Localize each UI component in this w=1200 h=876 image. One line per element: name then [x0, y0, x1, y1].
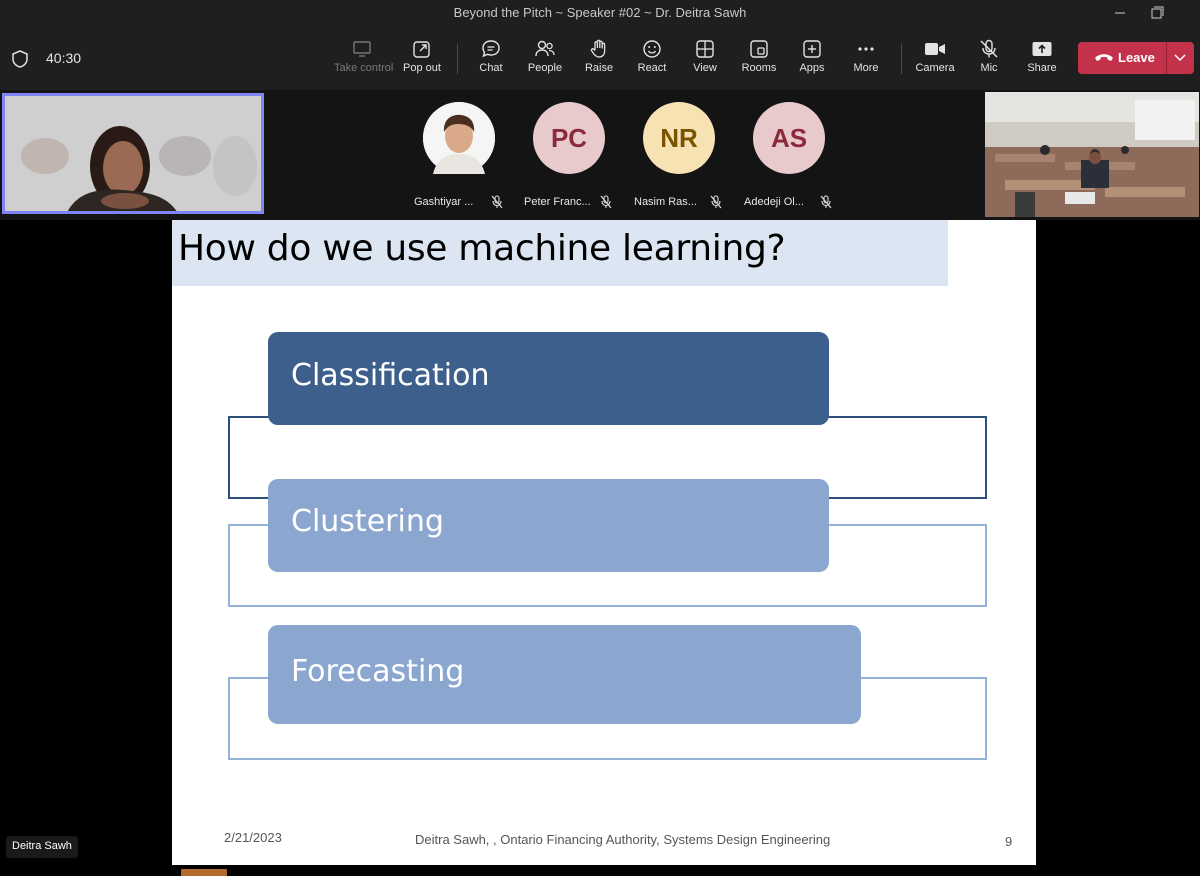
- share-button[interactable]: Share: [1014, 36, 1070, 84]
- react-label: React: [637, 62, 667, 74]
- raise-label: Raise: [584, 62, 614, 74]
- hang-up-icon: [1095, 54, 1113, 61]
- leave-options-button[interactable]: [1167, 42, 1194, 74]
- shield-icon: [12, 50, 28, 68]
- classification-label: Classification: [291, 358, 490, 393]
- participant-name: Peter Franc...: [524, 196, 591, 208]
- title-bar: Beyond the Pitch ~ Speaker #02 ~ Dr. Dei…: [0, 0, 1200, 28]
- chat-icon: [482, 40, 500, 58]
- avatar: PC: [533, 102, 605, 174]
- slide-footer: Deitra Sawh, , Ontario Financing Authori…: [415, 832, 831, 847]
- more-label: More: [853, 62, 879, 74]
- chevron-down-icon: [1174, 54, 1186, 62]
- classification-box: Classification: [268, 332, 829, 425]
- slide-page-number: 9: [1005, 834, 1013, 849]
- chat-label: Chat: [479, 62, 503, 74]
- toolbar-divider: [457, 44, 458, 74]
- leave-button-group: Leave: [1078, 42, 1194, 74]
- share-icon: [1032, 42, 1052, 56]
- participant-tile[interactable]: PC Peter Franc...: [524, 100, 634, 212]
- participant-name: Gashtiyar ...: [414, 196, 474, 208]
- take-control-button[interactable]: Take control: [334, 36, 394, 84]
- room-video-tile[interactable]: [985, 92, 1199, 217]
- view-label: View: [693, 62, 717, 74]
- meeting-toolbar: 40:30 Take control Pop out Chat People R…: [0, 28, 1200, 90]
- share-label: Share: [1027, 62, 1057, 74]
- react-icon: [643, 40, 661, 58]
- toolbar-divider: [901, 44, 902, 74]
- participant-strip: Gashtiyar ... PC Peter Franc... NR Nasim…: [0, 90, 1200, 220]
- participant-tile[interactable]: Gashtiyar ...: [414, 100, 524, 212]
- pop-out-label: Pop out: [403, 62, 441, 74]
- rooms-button[interactable]: Rooms: [731, 36, 787, 84]
- more-button[interactable]: More: [838, 36, 894, 84]
- avatar: NR: [643, 102, 715, 174]
- mic-button[interactable]: Mic: [961, 36, 1017, 84]
- forecasting-box: Forecasting: [268, 625, 861, 724]
- forecasting-label: Forecasting: [291, 654, 465, 689]
- apps-button[interactable]: Apps: [784, 36, 840, 84]
- pop-out-icon: [413, 41, 430, 58]
- slide-date: 2/21/2023: [224, 830, 282, 845]
- people-icon: [535, 40, 555, 57]
- chat-button[interactable]: Chat: [463, 36, 519, 84]
- apps-label: Apps: [799, 62, 825, 74]
- rooms-icon: [750, 40, 768, 58]
- leave-button[interactable]: Leave: [1078, 42, 1166, 74]
- presenter-name-tag: Deitra Sawh: [6, 836, 78, 858]
- muted-mic-icon: [820, 195, 832, 209]
- people-label: People: [527, 62, 563, 74]
- people-button[interactable]: People: [517, 36, 573, 84]
- restore-icon[interactable]: [1147, 4, 1167, 22]
- raise-hand-button[interactable]: Raise: [571, 36, 627, 84]
- raise-hand-icon: [590, 39, 606, 58]
- react-button[interactable]: React: [624, 36, 680, 84]
- more-icon: [858, 47, 874, 51]
- room-video-feed: [985, 92, 1199, 217]
- mic-off-icon: [980, 39, 998, 58]
- presentation-slide: How do we use machine learning? Classifi…: [172, 220, 1036, 865]
- meeting-timer: 40:30: [46, 50, 82, 66]
- avatar: AS: [753, 102, 825, 174]
- slide-title: How do we use machine learning?: [178, 228, 786, 269]
- window-title: Beyond the Pitch ~ Speaker #02 ~ Dr. Dei…: [453, 5, 747, 20]
- slide-title-banner: How do we use machine learning?: [172, 220, 948, 286]
- view-grid-icon: [696, 40, 714, 58]
- participant-name: Nasim Ras...: [634, 196, 697, 208]
- camera-icon: [925, 43, 945, 55]
- view-button[interactable]: View: [677, 36, 733, 84]
- participant-name: Adedeji Ol...: [744, 196, 804, 208]
- clustering-box: Clustering: [268, 479, 829, 572]
- leave-label: Leave: [1118, 50, 1155, 65]
- camera-label: Camera: [915, 62, 955, 74]
- apps-plus-icon: [803, 40, 821, 58]
- speaker-video-tile[interactable]: [2, 93, 264, 214]
- take-control-icon: [353, 41, 371, 57]
- take-control-label: Take control: [334, 62, 394, 74]
- muted-mic-icon: [491, 195, 503, 209]
- muted-mic-icon: [600, 195, 612, 209]
- camera-button[interactable]: Camera: [907, 36, 963, 84]
- clustering-label: Clustering: [291, 504, 444, 539]
- speaker-video-feed: [5, 96, 261, 211]
- rooms-label: Rooms: [741, 62, 777, 74]
- taskbar-indicator: [181, 869, 227, 876]
- participant-photo: [423, 102, 495, 174]
- participant-tile[interactable]: NR Nasim Ras...: [634, 100, 744, 212]
- minimize-icon[interactable]: [1110, 4, 1130, 22]
- mic-label: Mic: [980, 62, 998, 74]
- participant-tile[interactable]: AS Adedeji Ol...: [744, 100, 854, 212]
- muted-mic-icon: [710, 195, 722, 209]
- avatar: [423, 102, 495, 174]
- pop-out-button[interactable]: Pop out: [394, 36, 450, 84]
